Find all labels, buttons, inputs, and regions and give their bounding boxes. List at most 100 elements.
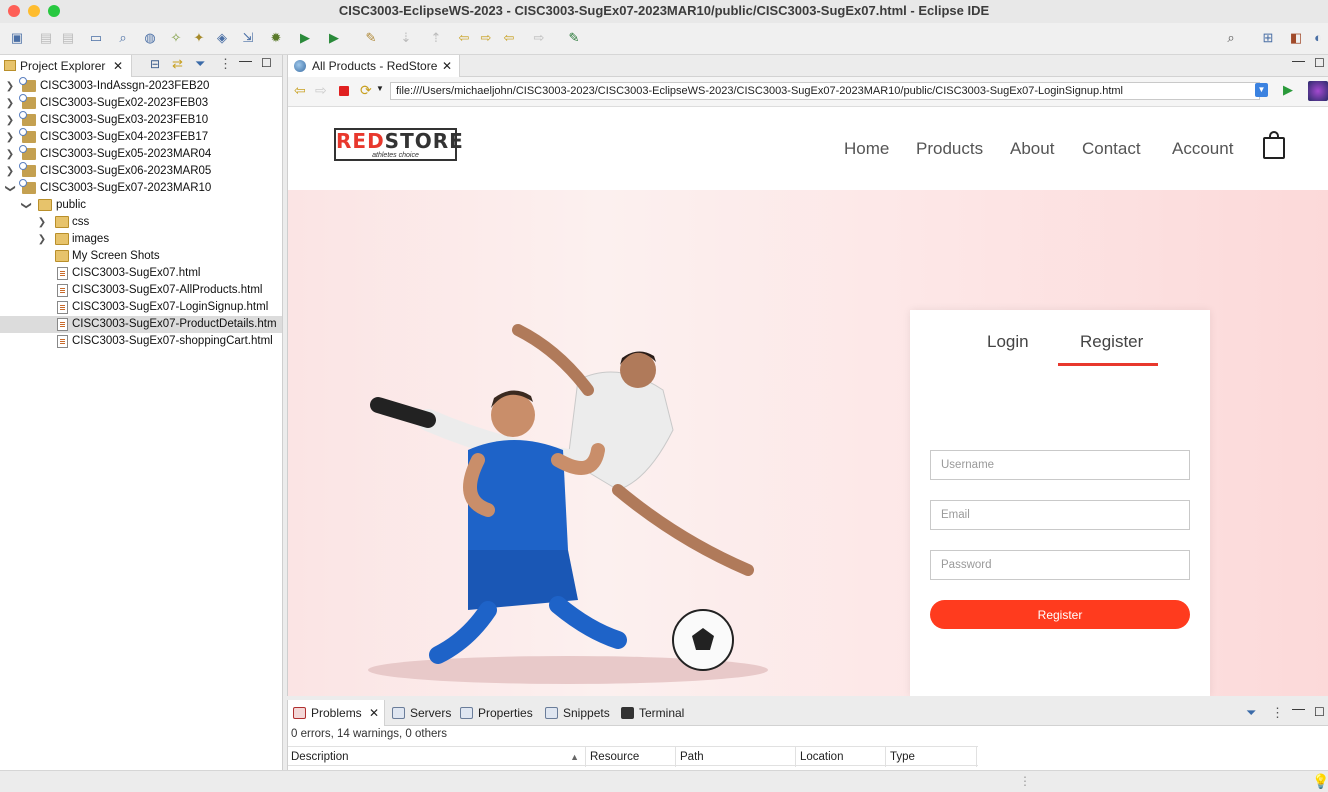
external-tools-icon[interactable]: ✎	[363, 30, 379, 46]
save-all-icon[interactable]: ▤	[60, 30, 76, 46]
url-input[interactable]: file:///Users/michaeljohn/CISC3003-2023/…	[390, 82, 1260, 100]
chevron-right-icon[interactable]: ❯	[5, 163, 15, 180]
tab-properties[interactable]: Properties	[460, 700, 533, 726]
chevron-down-icon[interactable]: ❯	[2, 184, 19, 194]
go-icon[interactable]: ▶	[1283, 82, 1293, 98]
column-resource[interactable]: Resource	[587, 747, 676, 767]
close-icon[interactable]: ✕	[369, 700, 379, 726]
maximize-window-button[interactable]	[48, 5, 60, 17]
close-icon[interactable]: ✕	[113, 55, 123, 77]
pin-editor-icon[interactable]: ✎	[566, 30, 582, 46]
tab-problems[interactable]: Problems ✕	[288, 700, 385, 726]
chevron-right-icon[interactable]: ❯	[5, 129, 15, 146]
chevron-right-icon[interactable]: ❯	[37, 214, 47, 231]
column-location[interactable]: Location	[797, 747, 886, 767]
folder-tree-icon	[4, 60, 16, 71]
minimize-window-button[interactable]	[28, 5, 40, 17]
java-perspective-icon[interactable]: ◧	[1288, 30, 1304, 46]
tree-file-selected[interactable]: CISC3003-SugEx07-ProductDetails.htm	[0, 316, 282, 333]
view-menu-icon[interactable]: ⋮	[1271, 705, 1284, 721]
close-icon[interactable]: ✕	[442, 55, 452, 77]
sort-up-icon: ▲	[570, 752, 579, 762]
tab-snippets[interactable]: Snippets	[545, 700, 610, 726]
cart-handle	[1269, 131, 1279, 139]
terminal-icon[interactable]: ▭	[88, 30, 104, 46]
tab-login[interactable]: Login	[987, 332, 1029, 352]
lightbulb-icon[interactable]: 💡	[1312, 773, 1328, 790]
username-input[interactable]	[930, 450, 1190, 480]
logo-text-red: RED	[336, 129, 385, 153]
tab-project-explorer[interactable]: Project Explorer ✕	[0, 55, 132, 77]
column-path[interactable]: Path	[677, 747, 796, 767]
maximize-panel-icon[interactable]: ☐	[261, 56, 272, 70]
refresh-icon[interactable]: ⟳	[360, 82, 372, 99]
chevron-right-icon[interactable]: ❯	[5, 146, 15, 163]
forward-edit-icon[interactable]: ⇨	[478, 30, 494, 46]
nav-products[interactable]: Products	[916, 139, 983, 159]
tree-file[interactable]: CISC3003-SugEx07-shoppingCart.html	[0, 333, 282, 350]
filter-icon[interactable]: ⏷	[1246, 705, 1256, 721]
back-icon[interactable]: ⇦	[501, 30, 517, 46]
stop-icon[interactable]	[339, 86, 349, 96]
eclipse-icon[interactable]	[1308, 81, 1328, 101]
new-package-icon[interactable]: ✦	[191, 30, 207, 46]
project-icon	[19, 162, 36, 177]
minimize-panel-icon[interactable]: —	[1292, 53, 1305, 68]
nav-contact[interactable]: Contact	[1082, 139, 1141, 159]
nav-home[interactable]: Home	[844, 139, 889, 159]
debug-icon[interactable]: ✹	[268, 30, 284, 46]
chevron-down-icon[interactable]: ❯	[18, 201, 35, 211]
last-edit-icon[interactable]: ⇦	[456, 30, 472, 46]
close-window-button[interactable]	[8, 5, 20, 17]
web-perspective-icon[interactable]: ◐	[1310, 30, 1326, 46]
prev-annotation-icon[interactable]: ⇡	[428, 30, 444, 46]
tree-file[interactable]: CISC3003-SugEx07-AllProducts.html	[0, 282, 282, 299]
tab-terminal[interactable]: Terminal	[621, 700, 684, 726]
email-input[interactable]	[930, 500, 1190, 530]
maximize-panel-icon[interactable]: ☐	[1314, 56, 1325, 70]
run-last-icon[interactable]: ▶	[326, 30, 342, 46]
chevron-right-icon[interactable]: ❯	[37, 231, 47, 248]
url-dropdown-icon[interactable]: ▼	[1255, 83, 1268, 97]
globe-icon[interactable]: ◍	[142, 30, 158, 46]
register-button[interactable]: Register	[930, 600, 1190, 629]
filter-icon[interactable]: ⏷	[195, 56, 205, 72]
open-perspective-icon[interactable]: ⊞	[1260, 30, 1276, 46]
nav-account[interactable]: Account	[1172, 139, 1233, 159]
forward-icon[interactable]: ⇨	[531, 30, 547, 46]
nav-about[interactable]: About	[1010, 139, 1054, 159]
properties-tab-label: Properties	[478, 706, 533, 720]
column-type[interactable]: Type	[887, 747, 977, 767]
save-icon[interactable]: ▤	[38, 30, 54, 46]
tree-file[interactable]: CISC3003-SugEx07-LoginSignup.html	[0, 299, 282, 316]
link-with-editor-icon[interactable]: ⇄	[172, 56, 183, 72]
minimize-panel-icon[interactable]: —	[239, 53, 252, 68]
column-description[interactable]: Description ▲	[288, 747, 586, 767]
chevron-right-icon[interactable]: ❯	[5, 78, 15, 95]
forward-icon[interactable]: ⇨	[315, 82, 327, 99]
maximize-panel-icon[interactable]: ☐	[1314, 705, 1325, 719]
chevron-right-icon[interactable]: ❯	[5, 112, 15, 129]
new-icon[interactable]: ▣	[9, 30, 25, 46]
redstore-logo[interactable]: REDSTORE athletes choice	[334, 128, 463, 161]
new-class-icon[interactable]: ◈	[214, 30, 230, 46]
next-annotation-icon[interactable]: ⇣	[398, 30, 414, 46]
run-icon[interactable]: ▶	[297, 30, 313, 46]
column-label: Resource	[590, 751, 640, 763]
tree-file[interactable]: CISC3003-SugEx07.html	[0, 265, 282, 282]
search-icon[interactable]: ⌕	[115, 30, 131, 46]
cart-icon[interactable]	[1263, 131, 1285, 159]
password-input[interactable]	[930, 550, 1190, 580]
search-icon[interactable]: ⌕	[1223, 30, 1239, 46]
new-java-project-icon[interactable]: ✧	[168, 30, 184, 46]
open-type-icon[interactable]: ⇲	[240, 30, 256, 46]
back-icon[interactable]: ⇦	[294, 82, 306, 99]
tab-all-products[interactable]: All Products - RedStore ✕	[288, 55, 460, 77]
chevron-down-icon[interactable]: ▼	[376, 84, 384, 93]
tab-register[interactable]: Register	[1080, 332, 1143, 352]
tab-servers[interactable]: Servers	[392, 700, 451, 726]
chevron-right-icon[interactable]: ❯	[5, 95, 15, 112]
minimize-panel-icon[interactable]: —	[1292, 701, 1305, 716]
collapse-all-icon[interactable]: ⊟	[150, 57, 160, 71]
view-menu-icon[interactable]: ⋮	[219, 56, 232, 72]
